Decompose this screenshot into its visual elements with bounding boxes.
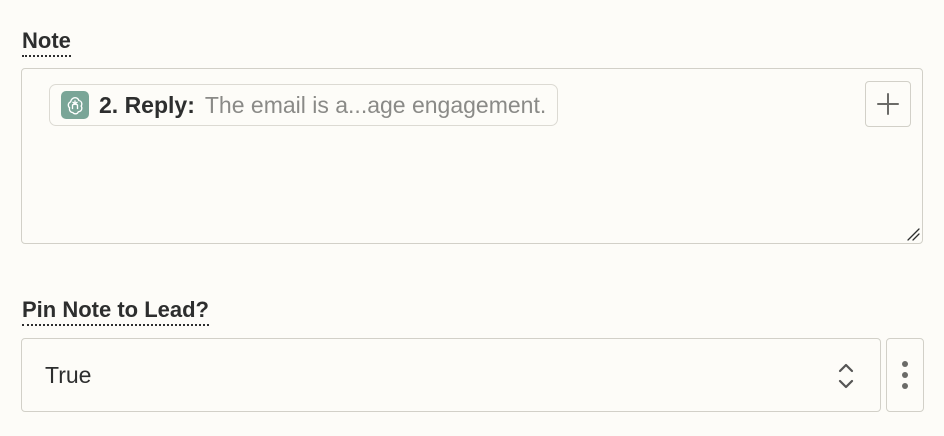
insert-data-button[interactable]: [865, 81, 911, 127]
plus-icon: [877, 93, 899, 115]
pill-step-label: 2. Reply:: [99, 91, 195, 118]
selected-value: True: [45, 361, 92, 388]
openai-icon: [61, 91, 89, 119]
pill-value-text: The email is a...age engagement.: [204, 91, 547, 118]
vertical-ellipsis-icon: [902, 361, 908, 389]
note-field-label: Note: [22, 28, 71, 57]
form-panel: Note 2. Reply: The email is a...age enga…: [0, 0, 944, 436]
chevron-up-down-icon: [838, 363, 854, 389]
resize-handle-icon[interactable]: [906, 227, 920, 241]
more-options-button[interactable]: [886, 338, 924, 412]
note-input[interactable]: 2. Reply: The email is a...age engagemen…: [21, 68, 923, 244]
pin-note-select[interactable]: True: [21, 338, 881, 412]
pin-field-label: Pin Note to Lead?: [22, 297, 209, 326]
mapped-field-pill[interactable]: 2. Reply: The email is a...age engagemen…: [49, 84, 559, 126]
